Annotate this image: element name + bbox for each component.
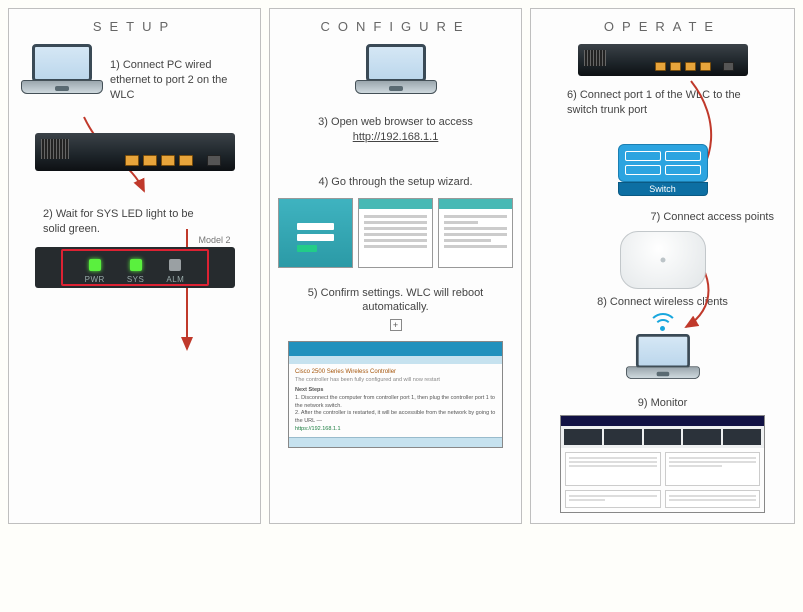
wizard-thumb-step2 <box>358 198 433 268</box>
setup-row2: 2) Wait for SYS LED light to be solid gr… <box>15 177 254 237</box>
led-sys: SYS <box>127 259 145 284</box>
step-3-text: 3) Open web browser to access http://192… <box>276 115 515 145</box>
switch-label: Switch <box>618 182 708 196</box>
panel-title-configure: CONFIGURE <box>276 19 515 34</box>
step-1-text: 1) Connect PC wired ethernet to port 2 o… <box>110 44 250 103</box>
wizard-thumb-login <box>278 198 353 268</box>
step-7-text: 7) Connect access points <box>537 210 788 225</box>
wizard-thumb-step3 <box>438 198 513 268</box>
confirm-note: The controller has been fully configured… <box>295 377 496 385</box>
led-alm: ALM <box>166 259 184 284</box>
panel-operate: OPERATE 6) Connect port 1 of the WLC to … <box>530 8 795 524</box>
confirm-screenshot: Cisco 2500 Series Wireless Controller Th… <box>288 341 503 448</box>
confirm-header: Cisco 2500 Series Wireless Controller <box>295 368 496 376</box>
laptop-icon <box>276 44 515 109</box>
confirm-heading: Next Steps <box>295 387 496 395</box>
step-5-text: 5) Confirm settings. WLC will reboot aut… <box>276 286 515 316</box>
step-8-text: 8) Connect wireless clients <box>537 295 788 310</box>
wifi-icon <box>643 313 683 333</box>
model-label: Model 2 <box>198 235 230 245</box>
panel-setup: SETUP 1) Connect PC wired ethernet to po… <box>8 8 261 524</box>
wlc-device-icon <box>578 44 748 76</box>
diagram-container: SETUP 1) Connect PC wired ethernet to po… <box>8 8 795 524</box>
panel-configure: CONFIGURE 3) Open web browser to access … <box>269 8 522 524</box>
panel-title-setup: SETUP <box>15 19 254 34</box>
panel-title-operate: OPERATE <box>537 19 788 34</box>
laptop-icon <box>19 44 104 109</box>
confirm-body1: 1. Disconnect the computer from controll… <box>295 395 496 410</box>
step-9-text: 9) Monitor <box>537 396 788 411</box>
step-4-text: 4) Go through the setup wizard. <box>276 175 515 190</box>
wlc-device-icon <box>35 133 235 171</box>
confirm-link: https://192.168.1.1 <box>295 426 496 434</box>
step-3-url: http://192.168.1.1 <box>353 131 439 143</box>
step-6-text: 6) Connect port 1 of the WLC to the swit… <box>537 82 788 118</box>
switch-icon: Switch <box>618 144 708 196</box>
expand-icon: + <box>390 319 402 331</box>
monitor-dashboard-icon <box>560 415 765 513</box>
setup-row1: 1) Connect PC wired ethernet to port 2 o… <box>15 44 254 109</box>
laptop-icon <box>537 331 788 396</box>
access-point-icon <box>620 231 706 289</box>
wizard-thumbnails <box>276 198 515 268</box>
step-2-text: 2) Wait for SYS LED light to be solid gr… <box>43 207 204 237</box>
led-panel-icon: Model 2 PWR SYS ALM <box>35 247 235 288</box>
led-pwr: PWR <box>85 259 105 284</box>
confirm-body2: 2. After the controller is restarted, it… <box>295 410 496 425</box>
